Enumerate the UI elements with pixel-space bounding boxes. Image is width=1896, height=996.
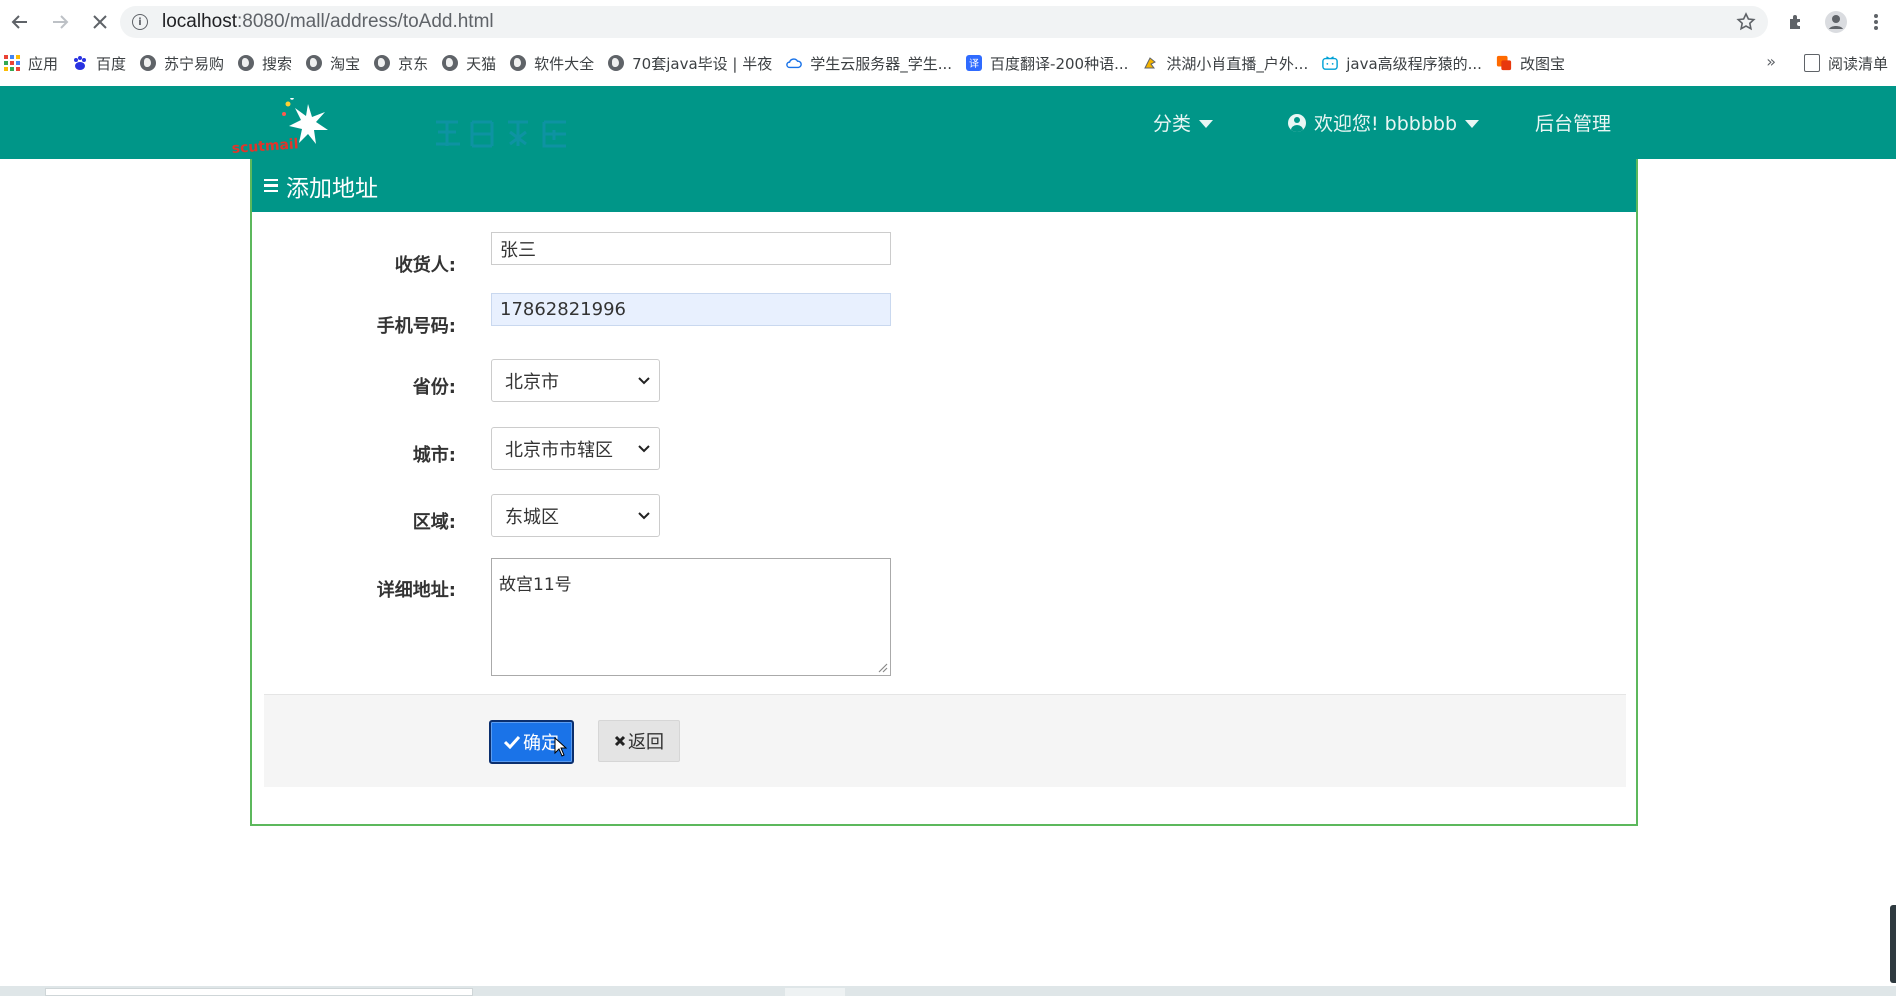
bookmark-apps[interactable]: 应用 [4,49,58,77]
chevron-down-icon [638,512,650,520]
add-address-panel: 添加地址 收货人: 张三 手机号码: 17862821996 省份: 北京市 城… [250,159,1638,826]
phone-input[interactable]: 17862821996 [491,293,891,326]
user-circle-icon [1288,113,1306,132]
bookmarks-more[interactable]: » [1766,52,1776,71]
bookmark-student-cloud[interactable]: 学生云服务器_学生... [786,49,952,77]
address-url[interactable]: localhost:8080/mall/address/toAdd.html [162,11,494,33]
globe-icon [140,55,157,71]
reading-list-icon [1803,54,1820,72]
gaitubao-icon [1496,55,1512,71]
bookmark-live-stream[interactable]: 洪湖小肖直播_户外... [1142,49,1308,77]
detail-address-label: 详细地址: [376,580,456,601]
receiver-label: 收货人: [394,255,456,276]
parrot-icon [1142,55,1158,71]
globe-icon [374,55,391,71]
menu-bars-icon [264,178,278,193]
bookmark-star-icon[interactable] [1736,12,1756,32]
site-logo[interactable]: scutmail [231,96,342,157]
district-label: 区域: [412,512,456,533]
bookmark-tmall[interactable]: 天猫 [442,49,496,77]
chevron-down-icon [638,377,650,385]
panel-header: 添加地址 [252,159,1636,212]
site-navbar: scutmail 分类 欢迎您! bbbbbb 后台管理 [0,86,1896,159]
svg-text:scutmail: scutmail [232,136,299,156]
globe-icon [510,55,527,71]
receiver-input[interactable]: 张三 [491,232,891,265]
nav-user-dropdown[interactable]: 欢迎您! bbbbbb [1288,86,1480,159]
bookmarks-bar: 应用 百度 苏宁易购 搜索 淘宝 京东 天猫 软件大全 70套java毕设 | … [0,44,1896,82]
bookmark-jd[interactable]: 京东 [374,49,428,77]
extensions-puzzle-icon[interactable] [1776,0,1816,44]
bookmark-taobao[interactable]: 淘宝 [306,49,360,77]
reading-list[interactable]: 阅读清单 [1803,44,1888,82]
scrollbar-thumb[interactable] [1890,905,1896,983]
city-label: 城市: [412,445,456,466]
translate-icon: 译 [966,55,983,71]
taskbar-strip [0,986,1896,996]
city-select[interactable]: 北京市市辖区 [491,427,660,470]
bookmark-software[interactable]: 软件大全 [510,49,594,77]
form-actions: 确定 返回 [264,694,1626,787]
nav-admin-link[interactable]: 后台管理 [1535,86,1611,159]
globe-icon [608,55,625,71]
apps-grid-icon [4,55,20,71]
bookmark-java-projects[interactable]: 70套java毕设 | 半夜 [608,49,772,77]
back-arrow-icon[interactable] [0,0,40,44]
panel-title: 添加地址 [286,175,378,202]
chevron-down-icon [638,445,650,453]
globe-icon [442,55,459,71]
site-name-watermark [432,116,582,157]
globe-icon [238,55,255,71]
province-label: 省份: [412,377,456,398]
checkmark-icon [504,735,520,749]
resize-grip-icon[interactable] [876,661,888,673]
browser-menu-icon[interactable] [1856,0,1896,44]
forward-arrow-icon[interactable] [40,0,80,44]
globe-icon [306,55,323,71]
stop-loading-icon[interactable] [80,0,120,44]
svg-text:译: 译 [969,58,979,70]
bookmark-suning[interactable]: 苏宁易购 [140,49,224,77]
caret-down-icon [1465,119,1480,128]
bookmark-baidu[interactable]: 百度 [72,49,126,77]
baidu-paw-icon [72,55,88,71]
phone-label: 手机号码: [376,316,456,337]
caret-down-icon [1199,119,1214,128]
back-button[interactable]: 返回 [598,720,680,762]
bilibili-icon [1322,55,1339,71]
address-bar[interactable]: i localhost:8080/mall/address/toAdd.html [120,6,1768,38]
detail-address-textarea[interactable]: 故宫11号 [491,558,891,676]
bookmark-search[interactable]: 搜索 [238,49,292,77]
taskbar-item[interactable] [45,988,473,996]
bookmark-gaitubao[interactable]: 改图宝 [1496,49,1565,77]
taskbar-item[interactable] [785,988,845,996]
district-select[interactable]: 东城区 [491,494,660,537]
mouse-pointer-icon [554,737,568,757]
nav-category-dropdown[interactable]: 分类 [1153,86,1214,159]
close-x-icon [614,735,626,747]
province-select[interactable]: 北京市 [491,359,660,402]
cloud-icon [786,55,803,71]
profile-avatar-icon[interactable] [1816,0,1856,44]
bookmark-baidu-translate[interactable]: 译 百度翻译-200种语... [966,49,1128,77]
bookmark-bilibili[interactable]: java高级程序猿的... [1322,49,1482,77]
site-info-icon[interactable]: i [132,14,148,30]
